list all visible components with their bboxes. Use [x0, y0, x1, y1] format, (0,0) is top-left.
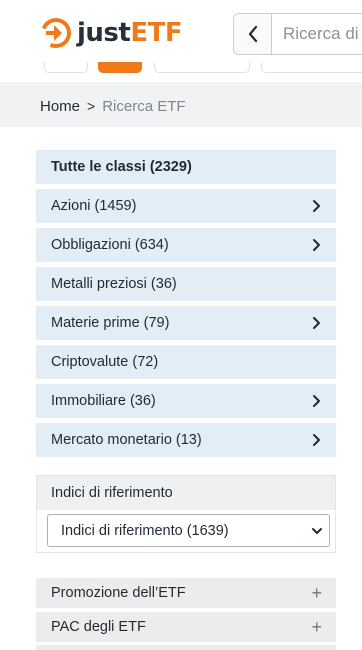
- search-box: [233, 13, 362, 55]
- asset-class-list: Tutte le classi (2329) Azioni (1459) Obb…: [36, 150, 336, 462]
- logo-wordmark: justETF: [77, 18, 183, 48]
- asset-class-label: Metalli preziosi (36): [51, 276, 177, 292]
- asset-class-label: Obbligazioni (634): [51, 237, 169, 253]
- logo-mark-icon: [40, 18, 71, 48]
- accordion-promozione[interactable]: Promozione dell’ETF +: [36, 578, 336, 608]
- chevron-left-icon: [248, 25, 257, 43]
- breadcrumb: Home > Ricerca ETF: [0, 85, 362, 127]
- asset-class-materie-prime[interactable]: Materie prime (79): [36, 306, 336, 340]
- nav-tab[interactable]: [44, 62, 88, 73]
- asset-class-immobiliare[interactable]: Immobiliare (36): [36, 384, 336, 418]
- asset-class-obbligazioni[interactable]: Obbligazioni (634): [36, 228, 336, 262]
- plus-icon: +: [311, 616, 322, 637]
- asset-class-label: Tutte le classi (2329): [51, 159, 192, 175]
- asset-class-label: Materie prime (79): [51, 315, 170, 331]
- indices-select[interactable]: Indici di riferimento (1639): [47, 514, 330, 547]
- plus-icon: +: [311, 582, 322, 603]
- back-button[interactable]: [234, 14, 272, 54]
- asset-class-label: Azioni (1459): [51, 198, 137, 214]
- chevron-right-icon: [311, 394, 321, 408]
- nav-tab[interactable]: [261, 62, 362, 73]
- accordion-next[interactable]: [36, 645, 336, 650]
- chevron-right-icon: [311, 238, 321, 252]
- accordion-label: Promozione dell’ETF: [51, 585, 186, 601]
- indices-heading: Indici di riferimento: [37, 476, 335, 510]
- breadcrumb-current: Ricerca ETF: [102, 97, 186, 115]
- breadcrumb-home-link[interactable]: Home: [40, 98, 80, 115]
- asset-class-label: Mercato monetario (13): [51, 432, 202, 448]
- indices-panel: Indici di riferimento Indici di riferime…: [36, 475, 336, 553]
- nav-tab[interactable]: [154, 62, 250, 73]
- asset-class-criptovalute[interactable]: Criptovalute (72): [36, 345, 336, 379]
- chevron-right-icon: [311, 199, 321, 213]
- chevron-down-icon: [311, 523, 323, 539]
- indices-select-value: Indici di riferimento (1639): [61, 522, 229, 539]
- accordion-pac[interactable]: PAC degli ETF +: [36, 612, 336, 642]
- asset-class-label: Immobiliare (36): [51, 393, 156, 409]
- site-header: justETF: [0, 0, 362, 84]
- nav-tab-active[interactable]: [98, 62, 142, 73]
- logo-just: just: [77, 18, 131, 48]
- asset-class-all[interactable]: Tutte le classi (2329): [36, 150, 336, 184]
- chevron-right-icon: [311, 433, 321, 447]
- justetf-logo[interactable]: justETF: [39, 15, 183, 51]
- asset-class-label: Criptovalute (72): [51, 354, 159, 370]
- accordion-label: PAC degli ETF: [51, 619, 146, 635]
- logo-etf: ETF: [130, 18, 183, 48]
- asset-class-mercato-monetario[interactable]: Mercato monetario (13): [36, 423, 336, 457]
- asset-class-azioni[interactable]: Azioni (1459): [36, 189, 336, 223]
- search-input[interactable]: [272, 24, 362, 44]
- asset-class-metalli-preziosi[interactable]: Metalli preziosi (36): [36, 267, 336, 301]
- breadcrumb-separator-icon: >: [87, 98, 96, 114]
- chevron-right-icon: [311, 316, 321, 330]
